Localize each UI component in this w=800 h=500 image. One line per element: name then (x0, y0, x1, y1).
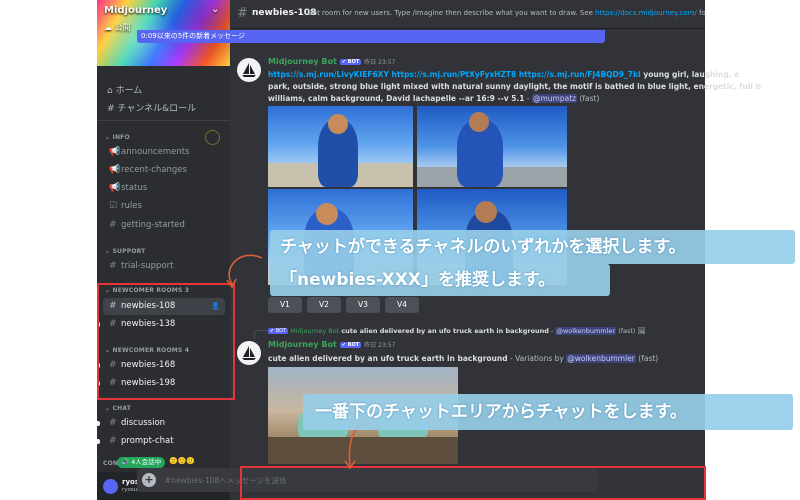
hash-icon: # (109, 418, 117, 428)
callout-line-1: チャットができるチャネルのいずれかを選択します。 (270, 230, 795, 264)
image-links[interactable]: https://s.mj.run/LivyKIEF6XY https://s.m… (268, 70, 641, 79)
callout-line-2: 「newbies-XXX」を推奨します。 (270, 264, 610, 296)
divider (97, 120, 230, 121)
channel-topic[interactable]: Bot room for new users. Type /imagine th… (308, 9, 705, 17)
category-chat[interactable]: ⌄ CHAT (105, 405, 131, 412)
message-author[interactable]: Midjourney Bot ✔ BOT 昨日 23:57 (268, 57, 395, 66)
timestamp: 昨日 23:57 (364, 59, 396, 66)
category-con[interactable]: CON (103, 460, 118, 467)
user-mention[interactable]: @mumpatz (531, 94, 578, 103)
user-mention[interactable]: @wolkenbummler (566, 354, 636, 363)
variation-button-v3[interactable]: V3 (346, 297, 380, 313)
loading-ring-icon (205, 130, 220, 145)
unread-pip (97, 439, 100, 444)
message-line: https://s.mj.run/LivyKIEF6XY https://s.m… (268, 70, 740, 79)
channel-getting-started[interactable]: # getting-started (103, 217, 225, 234)
message-line: cute alien delivered by an ufo truck ear… (268, 354, 659, 363)
sailboat-icon (242, 63, 256, 77)
megaphone-icon: 📢 (109, 183, 121, 193)
nav-home[interactable]: ⌂ ホーム (107, 83, 142, 96)
category-support[interactable]: ⌄ SUPPORT (105, 248, 145, 255)
variation-button-v2[interactable]: V2 (307, 297, 341, 313)
megaphone-icon: 📢 (109, 165, 121, 175)
reply-connector (254, 330, 267, 339)
bot-badge: ✔ BOT (339, 342, 362, 348)
message-author[interactable]: Midjourney Bot ✔ BOT 昨日 23:57 (268, 340, 395, 349)
hash-icon: # (109, 436, 117, 446)
nav-channels-roles[interactable]: # チャンネル&ロール (107, 101, 196, 114)
plus-icon[interactable]: + (142, 473, 156, 487)
docs-link[interactable]: https://docs.midjourney.com/ (595, 9, 697, 17)
sailboat-icon (242, 346, 256, 360)
timestamp: 昨日 23:57 (364, 342, 396, 349)
channel-rules[interactable]: ☑ rules (103, 198, 225, 215)
server-name[interactable]: Midjourney (104, 5, 167, 16)
input-highlight-box (240, 466, 706, 500)
unread-pip (97, 421, 100, 426)
voice-avatars: 🙂🙂🙂 (169, 457, 196, 465)
megaphone-icon: 📢 (109, 147, 121, 157)
channel-status[interactable]: 📢status (103, 180, 225, 197)
channel-header: # newbies-108 Bot room for new users. Ty… (230, 0, 705, 29)
bot-badge: ✔ BOT (339, 59, 362, 65)
avatar[interactable] (103, 479, 118, 494)
speaker-icon: 🔊 (121, 458, 132, 466)
channel-prompt-chat[interactable]: # prompt-chat (97, 433, 225, 450)
channel-announcements[interactable]: 📢announcements (103, 144, 225, 161)
voice-count-pill[interactable]: 🔊 4人会話中 (117, 457, 166, 468)
bot-avatar[interactable] (237, 58, 261, 82)
generated-image-1[interactable] (268, 106, 413, 187)
message-line: park, outside, strong blue light mixed w… (268, 82, 761, 91)
generated-image-2[interactable] (417, 106, 567, 187)
callout-chat-area: 一番下のチャットエリアからチャットをします。 (303, 394, 793, 430)
rules-icon: ☑ (109, 201, 118, 211)
hash-icon: # (109, 220, 117, 230)
channel-recent-changes[interactable]: 📢recent-changes (103, 162, 225, 179)
hash-icon: # (237, 6, 248, 21)
reply-preview[interactable]: ✔ BOT Midjourney Bot cute alien delivere… (268, 327, 646, 335)
image-icon: 🖼 (637, 327, 646, 335)
chevron-down-icon[interactable]: ⌄ (211, 4, 219, 15)
channel-discussion[interactable]: # discussion (97, 415, 225, 432)
new-messages-banner[interactable]: 0:09以来の5件の新着メッセージ (137, 30, 605, 43)
category-info[interactable]: ⌄ INFO (105, 134, 130, 141)
hash-icon: # (109, 261, 117, 271)
server-public-label: ☁ 公開 (104, 23, 131, 32)
message-line: williams, calm background, David lachape… (268, 94, 600, 103)
channel-title: newbies-108 (252, 8, 317, 18)
home-icon: ⌂ (107, 86, 116, 96)
hash-grid-icon: # (107, 104, 118, 114)
bot-avatar[interactable] (237, 341, 261, 365)
variation-button-v4[interactable]: V4 (385, 297, 419, 313)
